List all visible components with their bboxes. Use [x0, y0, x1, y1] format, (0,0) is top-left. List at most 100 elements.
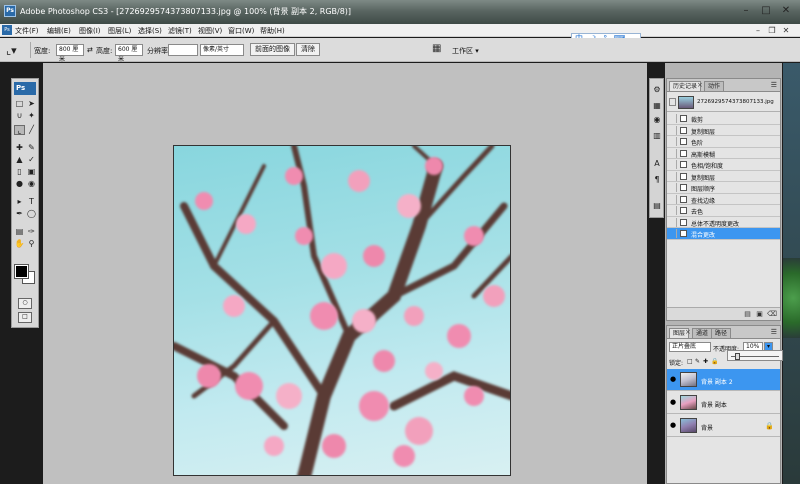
blur-tool-icon[interactable]: ● — [14, 179, 25, 189]
history-snapshot[interactable]: 2726929574373807133.jpg — [667, 93, 780, 112]
history-brush-tool-icon[interactable]: ✓ — [26, 155, 37, 165]
eye-icon[interactable]: ● — [669, 399, 677, 406]
history-brush-source[interactable] — [669, 114, 677, 123]
close-button[interactable]: ✕ — [776, 3, 796, 19]
move-tool-icon[interactable]: ➤ — [26, 99, 37, 109]
panel-menu-icon[interactable]: ☰ — [771, 328, 777, 336]
history-item[interactable]: 色相/饱和度 — [667, 159, 780, 171]
history-item[interactable]: 查找边缘 — [667, 194, 780, 205]
history-brush-source[interactable] — [669, 194, 677, 204]
tab-actions[interactable]: 动作 — [704, 81, 725, 91]
height-input[interactable]: 600 厘米 — [115, 44, 143, 63]
delete-icon[interactable]: ⌫ — [767, 310, 777, 319]
front-image-button[interactable]: 前面的图像 — [250, 43, 295, 56]
notes-tool-icon[interactable]: ▤ — [14, 227, 25, 237]
tab-channels[interactable]: 通道 — [692, 328, 713, 338]
menu-layer[interactable]: 图层(L) — [108, 26, 131, 36]
history-item[interactable]: 高斯模糊 — [667, 148, 780, 159]
doc-restore-button[interactable]: ❐ — [766, 25, 778, 36]
crop-tool-icon[interactable]: ⌞▾ — [6, 44, 17, 57]
minimize-button[interactable]: – — [736, 3, 756, 19]
close-icon[interactable]: × — [685, 328, 691, 336]
history-brush-source[interactable] — [669, 217, 677, 227]
lock-all-icon[interactable]: 🔒 — [711, 358, 718, 365]
swatches-icon[interactable]: ▥ — [652, 131, 662, 141]
history-brush-source[interactable] — [669, 183, 677, 192]
history-item[interactable]: 复制图层 — [667, 171, 780, 182]
opacity-slider-popup[interactable] — [727, 350, 783, 361]
menu-help[interactable]: 帮助(H) — [260, 26, 285, 36]
clear-button[interactable]: 清除 — [296, 43, 320, 56]
path-selection-tool-icon[interactable]: ▸ — [14, 197, 25, 207]
menu-window[interactable]: 窗口(W) — [228, 26, 254, 36]
history-brush-source[interactable] — [669, 125, 677, 135]
brushes-icon[interactable]: ▤ — [652, 201, 662, 211]
shape-tool-icon[interactable]: ◯ — [26, 209, 37, 219]
pen-tool-icon[interactable]: ✒ — [14, 209, 25, 219]
info-icon[interactable]: ▦ — [652, 101, 662, 111]
menu-filter[interactable]: 滤镜(T) — [168, 26, 192, 36]
foreground-color-swatch[interactable] — [14, 264, 29, 279]
document-canvas[interactable] — [173, 145, 511, 476]
tab-paths[interactable]: 路径 — [711, 328, 732, 338]
lasso-tool-icon[interactable]: ∪ — [14, 111, 25, 121]
magic-wand-tool-icon[interactable]: ✦ — [26, 111, 37, 121]
marquee-tool-icon[interactable]: □ — [14, 99, 25, 109]
history-item-active[interactable]: 混合更改 — [667, 228, 780, 240]
history-item[interactable]: 去色 — [667, 205, 780, 217]
panel-menu-icon[interactable]: ☰ — [771, 81, 777, 89]
healing-brush-tool-icon[interactable]: ✚ — [14, 143, 25, 153]
brush-tool-icon[interactable]: ✎ — [26, 143, 37, 153]
menu-file[interactable]: 文件(F) — [15, 26, 39, 36]
document-icon[interactable]: Ps — [2, 25, 12, 35]
resolution-unit-select[interactable]: 像素/英寸 — [200, 44, 244, 56]
layer-row[interactable]: ● 背景 副本 — [667, 392, 780, 414]
history-brush-source[interactable] — [669, 206, 677, 215]
crop-tool-icon[interactable]: ⌞ — [14, 125, 25, 135]
workspace-button[interactable]: 工作区 ▾ — [452, 46, 479, 56]
doc-minimize-button[interactable]: – — [752, 25, 764, 36]
clone-stamp-tool-icon[interactable]: ▲ — [14, 155, 25, 165]
layer-row[interactable]: ● 背景 🔒 — [667, 415, 780, 437]
history-brush-source[interactable] — [669, 229, 677, 238]
eraser-tool-icon[interactable]: ▯ — [14, 167, 25, 177]
lock-transparency-icon[interactable]: □ — [687, 358, 693, 365]
slice-tool-icon[interactable]: ╱ — [26, 125, 37, 135]
new-document-icon[interactable]: ▤ — [743, 310, 752, 319]
blend-mode-select[interactable]: 正片叠底 — [669, 342, 711, 352]
history-brush-source[interactable] — [669, 160, 677, 169]
history-item[interactable]: 复制图层 — [667, 125, 780, 136]
gradient-tool-icon[interactable]: ▣ — [26, 167, 37, 177]
menu-view[interactable]: 视图(V) — [198, 26, 222, 36]
type-tool-icon[interactable]: T — [26, 197, 37, 207]
color-icon[interactable]: ◉ — [652, 115, 662, 125]
lock-position-icon[interactable]: ✚ — [703, 358, 708, 365]
layer-row[interactable]: ● 背景 副本 2 — [667, 369, 780, 391]
eyedropper-tool-icon[interactable]: ✑ — [26, 227, 37, 237]
menu-image[interactable]: 图像(I) — [79, 26, 101, 36]
width-input[interactable]: 800 厘米 — [56, 44, 84, 63]
swap-icon[interactable]: ⇄ — [87, 46, 93, 54]
snapshot-source-icon[interactable] — [669, 98, 676, 106]
palette-well-icon[interactable]: ▦ — [432, 43, 444, 55]
quick-mask-button[interactable]: ○ — [18, 298, 32, 309]
doc-close-button[interactable]: ✕ — [780, 25, 792, 36]
paragraph-icon[interactable]: ¶ — [652, 175, 662, 185]
history-item[interactable]: 总体不透明度更改 — [667, 217, 780, 228]
resolution-input[interactable] — [168, 44, 198, 56]
history-item[interactable]: 图层顺序 — [667, 182, 780, 194]
history-brush-source[interactable] — [669, 137, 677, 146]
hand-tool-icon[interactable]: ✋ — [14, 239, 25, 249]
history-brush-source[interactable] — [669, 171, 677, 181]
dodge-tool-icon[interactable]: ◉ — [26, 179, 37, 189]
history-item[interactable]: 裁剪 — [667, 113, 780, 125]
history-item[interactable]: 色阶 — [667, 136, 780, 148]
menu-edit[interactable]: 编辑(E) — [47, 26, 71, 36]
lock-image-icon[interactable]: ✎ — [695, 358, 700, 365]
character-icon[interactable]: A — [652, 159, 662, 169]
eye-icon[interactable]: ● — [669, 422, 677, 429]
menu-select[interactable]: 选择(S) — [138, 26, 162, 36]
eye-icon[interactable]: ● — [669, 376, 677, 383]
history-brush-source[interactable] — [669, 148, 677, 158]
zoom-tool-icon[interactable]: ⚲ — [26, 239, 37, 249]
